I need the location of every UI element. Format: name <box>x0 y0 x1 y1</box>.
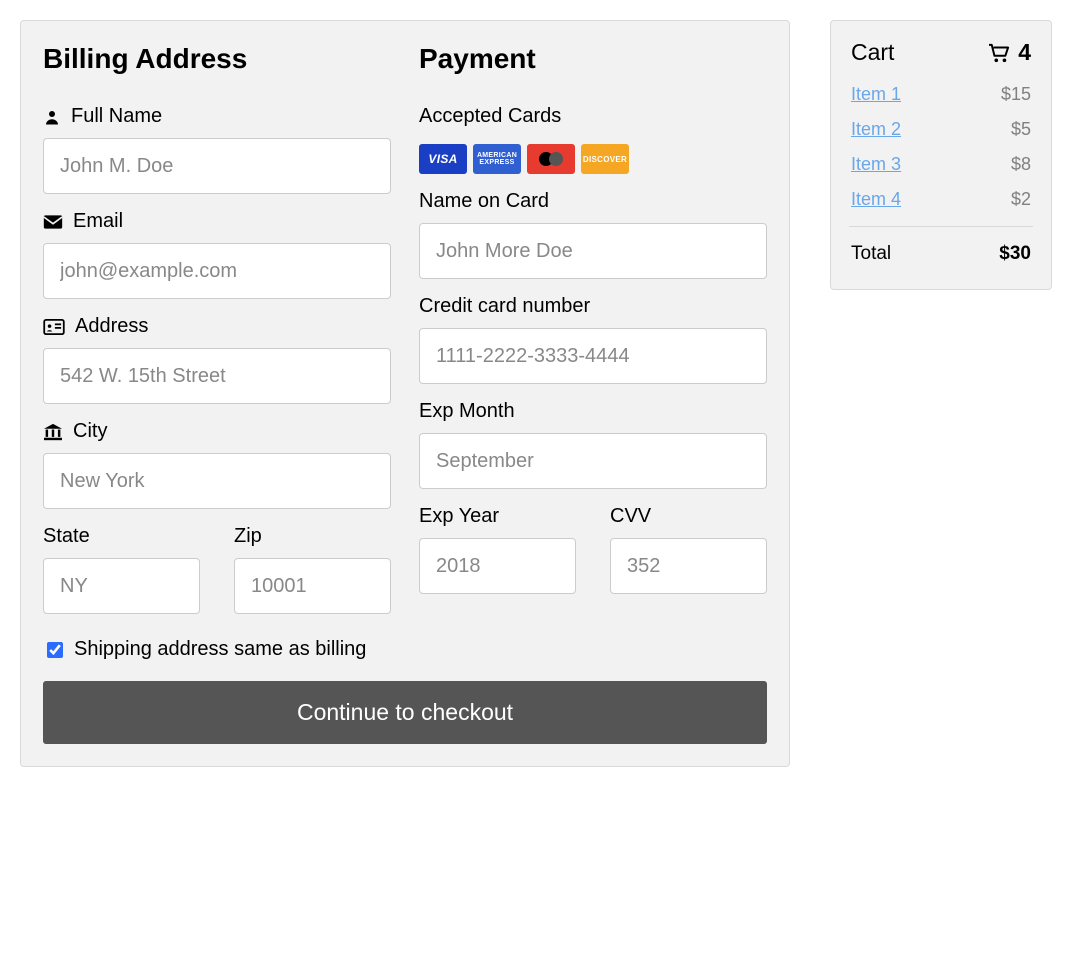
ccnum-label-text: Credit card number <box>419 295 590 318</box>
card-brands: VISA AMERICAN EXPRESS DISCOVER <box>419 144 767 174</box>
same-address-row[interactable]: Shipping address same as billing <box>43 638 767 661</box>
discover-icon: DISCOVER <box>581 144 629 174</box>
cart-count: 4 <box>1018 39 1031 66</box>
payment-title: Payment <box>419 43 767 75</box>
city-label-text: City <box>73 420 107 443</box>
state-label: State <box>43 525 200 548</box>
cart-item-price: $5 <box>1011 119 1031 140</box>
payment-column: Payment Accepted Cards VISA AMERICAN EXP… <box>419 43 767 614</box>
cart-item-link[interactable]: Item 4 <box>851 189 901 210</box>
cardname-input[interactable] <box>419 223 767 279</box>
cart-item-link[interactable]: Item 3 <box>851 154 901 175</box>
cart-total-amount: $30 <box>999 243 1031 265</box>
expyear-input[interactable] <box>419 538 576 594</box>
email-input[interactable] <box>43 243 391 299</box>
address-label-text: Address <box>75 315 148 338</box>
expmonth-input[interactable] <box>419 433 767 489</box>
zip-label-text: Zip <box>234 525 262 548</box>
cart-item: Item 2 $5 <box>851 119 1031 140</box>
cart-title: Cart <box>851 39 894 66</box>
fullname-label-text: Full Name <box>71 105 162 128</box>
email-label: Email <box>43 210 391 233</box>
cvv-label-text: CVV <box>610 505 651 528</box>
cart-icon <box>988 43 1010 63</box>
cardname-label: Name on Card <box>419 190 767 213</box>
cvv-input[interactable] <box>610 538 767 594</box>
user-icon <box>43 108 61 126</box>
expmonth-label: Exp Month <box>419 400 767 423</box>
ccnum-input[interactable] <box>419 328 767 384</box>
expyear-label: Exp Year <box>419 505 576 528</box>
state-label-text: State <box>43 525 90 548</box>
cart-total-label: Total <box>851 243 891 265</box>
cart-items-list: Item 1 $15 Item 2 $5 Item 3 $8 Item 4 $2 <box>851 84 1031 210</box>
cart-item-price: $15 <box>1001 84 1031 105</box>
same-address-checkbox[interactable] <box>47 642 63 658</box>
billing-column: Billing Address Full Name Email <box>43 43 391 614</box>
envelope-icon <box>43 214 63 230</box>
cart-item-price: $8 <box>1011 154 1031 175</box>
cardname-label-text: Name on Card <box>419 190 549 213</box>
address-input[interactable] <box>43 348 391 404</box>
expyear-label-text: Exp Year <box>419 505 499 528</box>
cart-item: Item 1 $15 <box>851 84 1031 105</box>
expmonth-label-text: Exp Month <box>419 400 515 423</box>
same-address-label: Shipping address same as billing <box>74 638 366 661</box>
ccnum-label: Credit card number <box>419 295 767 318</box>
billing-title: Billing Address <box>43 43 391 75</box>
cart-panel: Cart 4 Item 1 $15 Item 2 $5 Item 3 $8 Item 4 $2… <box>830 20 1052 290</box>
visa-icon: VISA <box>419 144 467 174</box>
cvv-label: CVV <box>610 505 767 528</box>
cart-item-link[interactable]: Item 2 <box>851 119 901 140</box>
mastercard-icon <box>527 144 575 174</box>
address-label: Address <box>43 315 391 338</box>
zip-label: Zip <box>234 525 391 548</box>
city-input[interactable] <box>43 453 391 509</box>
accepted-cards-label: Accepted Cards <box>419 105 767 128</box>
continue-checkout-button[interactable]: Continue to checkout <box>43 681 767 744</box>
state-input[interactable] <box>43 558 200 614</box>
city-label: City <box>43 420 391 443</box>
address-card-icon <box>43 319 65 335</box>
cart-item-link[interactable]: Item 1 <box>851 84 901 105</box>
checkout-form-panel: Billing Address Full Name Email <box>20 20 790 767</box>
cart-item-price: $2 <box>1011 189 1031 210</box>
cart-item: Item 3 $8 <box>851 154 1031 175</box>
cart-divider <box>849 226 1033 227</box>
amex-icon: AMERICAN EXPRESS <box>473 144 521 174</box>
zip-input[interactable] <box>234 558 391 614</box>
cart-item: Item 4 $2 <box>851 189 1031 210</box>
email-label-text: Email <box>73 210 123 233</box>
fullname-label: Full Name <box>43 105 391 128</box>
fullname-input[interactable] <box>43 138 391 194</box>
institution-icon <box>43 423 63 441</box>
